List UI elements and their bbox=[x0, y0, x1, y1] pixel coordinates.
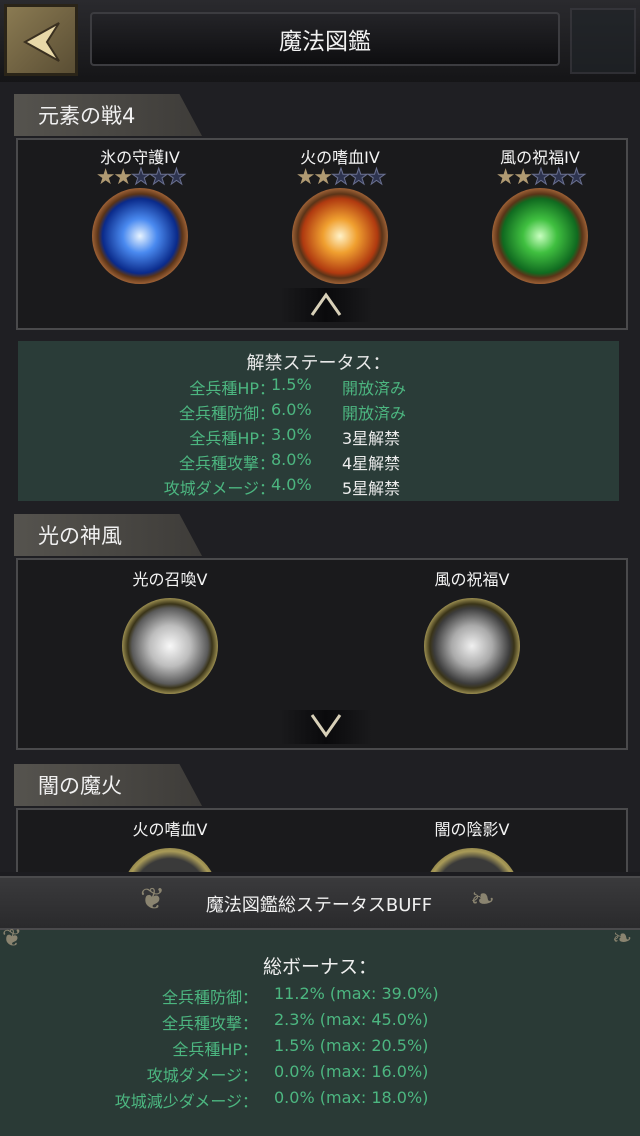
unlock-state: 5星解禁 bbox=[342, 479, 401, 498]
orb-frame-icon bbox=[424, 848, 520, 872]
bonus-value: 0.0% (max: 16.0%) bbox=[274, 1062, 429, 1081]
chevron-up-icon bbox=[310, 292, 342, 316]
bonus-row: 全兵種攻撃： 2.3% (max: 45.0%) bbox=[0, 1010, 640, 1036]
expand-button[interactable] bbox=[280, 710, 372, 744]
ice-orb-icon bbox=[92, 188, 188, 284]
buff-title: 魔法図鑑総ステータスBUFF bbox=[205, 895, 433, 916]
section-tab-dark: 闇の魔火 bbox=[14, 764, 202, 806]
total-bonus-title: 総ボーナス： bbox=[262, 956, 377, 978]
stat-value: 4.0% bbox=[271, 475, 312, 494]
card-name: 火の嗜血V bbox=[132, 820, 208, 839]
card-name: 闇の陰影V bbox=[434, 820, 510, 839]
wind-orb-icon bbox=[492, 188, 588, 284]
buff-header: ❦ 魔法図鑑総ステータスBUFF ❧ bbox=[0, 876, 640, 930]
fire-orb-icon bbox=[292, 188, 388, 284]
unlock-row: 全兵種HP： 3.0% 3星解禁 bbox=[18, 425, 619, 450]
emblem-icon bbox=[570, 8, 636, 74]
stat-value: 8.0% bbox=[271, 450, 312, 469]
bonus-label: 全兵種HP： bbox=[172, 1040, 258, 1059]
codex-card-dark-shadow[interactable]: 闇の陰影V bbox=[372, 816, 572, 872]
unlock-row: 全兵種防御： 6.0% 開放済み bbox=[18, 400, 619, 425]
stat-value: 3.0% bbox=[271, 425, 312, 444]
bonus-row: 攻城ダメージ： 0.0% (max: 16.0%) bbox=[0, 1062, 640, 1088]
unlock-state: 開放済み bbox=[342, 379, 407, 398]
right-flourish-icon: ❧ bbox=[470, 882, 496, 917]
corner-ornament-icon: ❦ bbox=[2, 924, 23, 952]
star-rating: ★★★★★ bbox=[95, 165, 187, 190]
section-panel-light: 光の召喚V 風の祝福V bbox=[16, 558, 628, 750]
section-panel-dark: 火の嗜血V 闇の陰影V bbox=[16, 808, 628, 872]
stat-label: 攻城ダメージ： bbox=[163, 479, 275, 498]
stat-value: 6.0% bbox=[271, 400, 312, 419]
wind-orb-icon bbox=[424, 598, 520, 694]
unlock-state: 3星解禁 bbox=[342, 429, 401, 448]
card-name: 風の祝福V bbox=[434, 570, 510, 589]
unlock-row: 全兵種攻撃： 8.0% 4星解禁 bbox=[18, 450, 619, 475]
bonus-label: 攻城減少ダメージ： bbox=[114, 1092, 258, 1111]
codex-card-wind-v[interactable]: 風の祝福V bbox=[372, 566, 572, 694]
unlock-row: 全兵種HP： 1.5% 開放済み bbox=[18, 375, 619, 400]
codex-list[interactable]: 元素の戦4 氷の守護IV ★★★★★ 火の嗜血IV ★★★★★ 風の祝福IV ★… bbox=[0, 82, 640, 872]
codex-card-ice[interactable]: 氷の守護IV ★★★★★ bbox=[40, 144, 240, 284]
unlock-status-title: 解禁ステータス： bbox=[246, 353, 391, 374]
unlock-status-panel: 解禁ステータス： 全兵種HP： 1.5% 開放済み 全兵種防御： 6.0% 開放… bbox=[18, 341, 619, 501]
corner-ornament-icon: ❧ bbox=[612, 924, 633, 952]
star-rating: ★★★★★ bbox=[295, 165, 387, 190]
stat-value: 1.5% bbox=[271, 375, 312, 394]
chevron-down-icon bbox=[310, 714, 342, 738]
bonus-row: 全兵種HP： 1.5% (max: 20.5%) bbox=[0, 1036, 640, 1062]
bonus-value: 0.0% (max: 18.0%) bbox=[274, 1088, 429, 1107]
codex-card-light-summon[interactable]: 光の召喚V bbox=[70, 566, 270, 694]
bonus-row: 攻城減少ダメージ： 0.0% (max: 18.0%) bbox=[0, 1088, 640, 1114]
section-tab-elemental: 元素の戦4 bbox=[14, 94, 202, 136]
card-name: 光の召喚V bbox=[132, 570, 208, 589]
bonus-value: 2.3% (max: 45.0%) bbox=[274, 1010, 429, 1029]
unlock-state: 開放済み bbox=[342, 404, 407, 423]
page-title: 魔法図鑑 bbox=[90, 12, 560, 66]
stat-label: 全兵種防御： bbox=[178, 404, 275, 423]
section-tab-light: 光の神風 bbox=[14, 514, 202, 556]
stat-label: 全兵種HP： bbox=[189, 429, 275, 448]
collapse-button[interactable] bbox=[280, 288, 372, 322]
star-rating: ★★★★★ bbox=[495, 165, 587, 190]
bonus-value: 11.2% (max: 39.0%) bbox=[274, 984, 439, 1003]
orb-frame-icon bbox=[122, 848, 218, 872]
bonus-label: 攻城ダメージ： bbox=[146, 1066, 258, 1085]
section-panel-elemental: 氷の守護IV ★★★★★ 火の嗜血IV ★★★★★ 風の祝福IV ★★★★★ bbox=[16, 138, 628, 330]
back-arrow-icon bbox=[22, 22, 60, 62]
stat-label: 全兵種攻撃： bbox=[178, 454, 275, 473]
bonus-value: 1.5% (max: 20.5%) bbox=[274, 1036, 429, 1055]
bonus-label: 全兵種防御： bbox=[161, 988, 258, 1007]
codex-card-fire[interactable]: 火の嗜血IV ★★★★★ bbox=[240, 144, 440, 284]
bonus-label: 全兵種攻撃： bbox=[161, 1014, 258, 1033]
unlock-row: 攻城ダメージ： 4.0% 5星解禁 bbox=[18, 475, 619, 500]
back-button[interactable] bbox=[4, 4, 78, 76]
light-summon-orb-icon bbox=[122, 598, 218, 694]
bonus-row: 全兵種防御： 11.2% (max: 39.0%) bbox=[0, 984, 640, 1010]
unlock-state: 4星解禁 bbox=[342, 454, 401, 473]
codex-card-wind[interactable]: 風の祝福IV ★★★★★ bbox=[440, 144, 640, 284]
codex-card-fire-v[interactable]: 火の嗜血V bbox=[70, 816, 270, 872]
stat-label: 全兵種HP： bbox=[189, 379, 275, 398]
